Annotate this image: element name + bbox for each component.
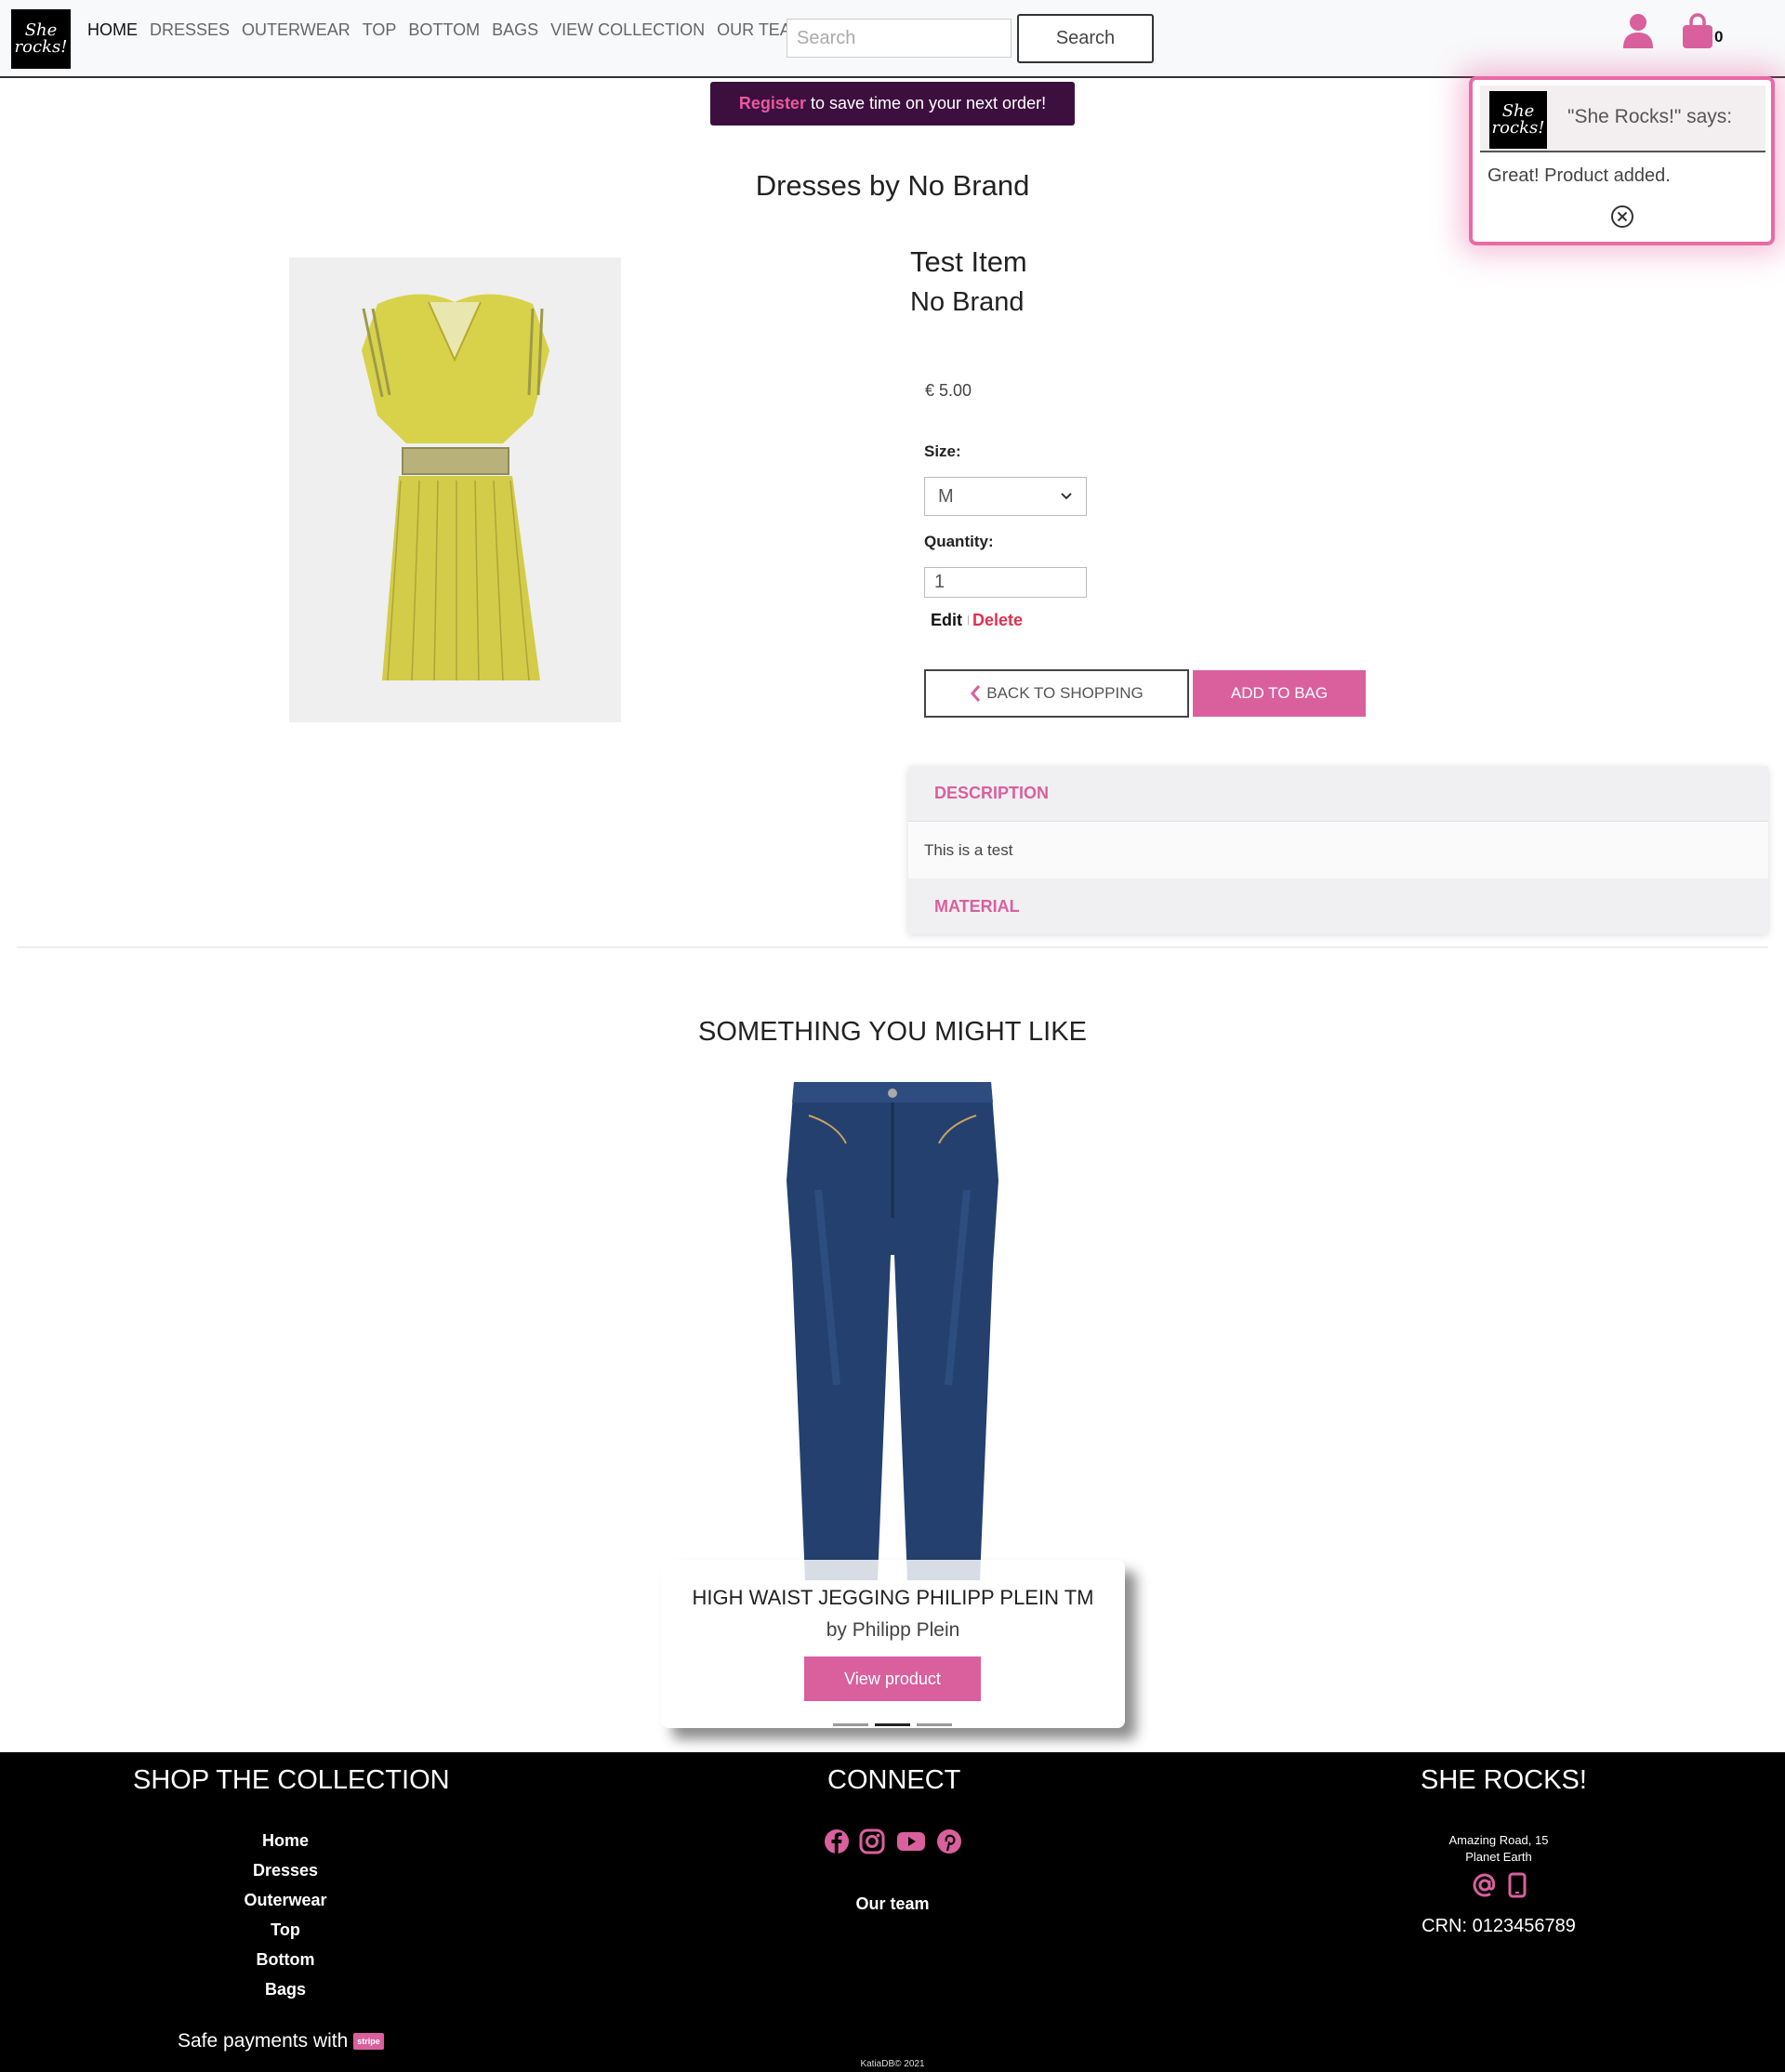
close-circle-icon[interactable]	[1610, 205, 1634, 229]
search-button[interactable]: Search	[1017, 14, 1154, 63]
nav-link-home[interactable]: HOME	[87, 20, 138, 40]
footer-link-bottom[interactable]: Bottom	[239, 1950, 332, 1970]
product-details-accordion: DESCRIPTION This is a test MATERIAL	[908, 766, 1768, 934]
description-accordion-header[interactable]: DESCRIPTION	[908, 766, 1768, 822]
material-accordion-header[interactable]: MATERIAL	[908, 878, 1768, 934]
toast-logo-wordmark: She rocks!	[1491, 101, 1545, 138]
logo-wordmark: She rocks!	[14, 20, 68, 57]
safe-payments-text: Safe payments with	[178, 2030, 349, 2052]
recommended-product-image	[787, 1082, 998, 1580]
stripe-badge: stripe	[353, 2033, 384, 2050]
nav-link-dresses[interactable]: DRESSES	[150, 20, 230, 40]
site-footer: SHOP THE COLLECTION Home Dresses Outerwe…	[0, 1752, 1785, 2072]
address-line-1: Amazing Road, 15	[1448, 1833, 1549, 1847]
section-divider	[17, 946, 1768, 948]
nav-link-outerwear[interactable]: OUTERWEAR	[242, 20, 350, 40]
carousel-indicator-2[interactable]	[875, 1723, 910, 1726]
chevron-left-icon	[971, 685, 981, 702]
carousel-indicator-3[interactable]	[917, 1723, 952, 1726]
delete-link[interactable]: Delete	[972, 611, 1023, 630]
product-brand: No Brand	[910, 287, 1025, 317]
size-label: Size:	[924, 442, 961, 460]
copyright: KatiaDB© 2021	[860, 2059, 925, 2069]
company-registration-number: CRN: 0123456789	[1421, 1916, 1576, 1936]
product-name: Test Item	[910, 245, 1027, 278]
link-separator: |	[967, 614, 970, 626]
toast-notification: She rocks! "She Rocks!" says: Great! Prod…	[1469, 76, 1775, 245]
search-input[interactable]	[787, 19, 1012, 58]
email-icon[interactable]	[1473, 1873, 1497, 1897]
footer-link-bags[interactable]: Bags	[239, 1980, 332, 1999]
footer-link-dresses[interactable]: Dresses	[239, 1861, 332, 1881]
edit-link[interactable]: Edit	[931, 611, 962, 630]
dress-illustration	[362, 294, 549, 681]
footer-link-home[interactable]: Home	[239, 1831, 332, 1851]
recommendation-card: HIGH WAIST JEGGING PHILIPP PLEIN TM by P…	[661, 1560, 1125, 1728]
description-accordion-body: This is a test	[908, 823, 1768, 878]
footer-connect-title: CONNECT	[827, 1765, 961, 1795]
pinterest-icon[interactable]	[936, 1828, 962, 1854]
size-select-value: M	[938, 485, 954, 507]
chevron-down-icon	[1061, 493, 1072, 500]
add-to-bag-button[interactable]: ADD TO BAG	[1193, 670, 1366, 717]
back-to-shopping-label: BACK TO SHOPPING	[986, 684, 1144, 702]
nav-links: HOME DRESSES OUTERWEAR TOP BOTTOM BAGS V…	[87, 20, 805, 40]
user-icon[interactable]	[1621, 13, 1655, 48]
bag-count: 0	[1714, 28, 1724, 46]
register-banner-text: to save time on your next order!	[810, 94, 1047, 112]
view-product-button[interactable]: View product	[804, 1656, 981, 1701]
company-address: Amazing Road, 15 Planet Earth	[1406, 1832, 1592, 1866]
footer-brand-title: SHE ROCKS!	[1421, 1765, 1587, 1795]
footer-link-outerwear[interactable]: Outerwear	[230, 1891, 341, 1910]
navbar: She rocks! HOME DRESSES OUTERWEAR TOP BOT…	[0, 0, 1785, 78]
nav-link-bags[interactable]: BAGS	[492, 20, 538, 40]
toast-logo: She rocks!	[1489, 91, 1547, 149]
toast-title: "She Rocks!" says:	[1567, 106, 1733, 127]
recommendation-title: HIGH WAIST JEGGING PHILIPP PLEIN TM	[692, 1586, 1094, 1609]
footer-link-our-team[interactable]: Our team	[846, 1894, 939, 1914]
nav-link-view-collection[interactable]: VIEW COLLECTION	[550, 20, 705, 40]
product-image	[289, 257, 621, 722]
carousel-indicator-1[interactable]	[833, 1723, 868, 1726]
size-select[interactable]: M	[924, 477, 1087, 516]
page-title: Dresses by No Brand	[755, 169, 1030, 202]
facebook-icon[interactable]	[824, 1828, 850, 1854]
shopping-bag-icon[interactable]	[1681, 13, 1714, 48]
product-price: € 5.00	[925, 381, 972, 400]
footer-link-top[interactable]: Top	[239, 1920, 332, 1940]
footer-shop-title: SHOP THE COLLECTION	[133, 1765, 450, 1795]
nav-link-bottom[interactable]: BOTTOM	[408, 20, 480, 40]
mobile-phone-icon[interactable]	[1508, 1872, 1527, 1898]
address-line-2: Planet Earth	[1465, 1850, 1532, 1864]
nav-link-top[interactable]: TOP	[363, 20, 397, 40]
recommendation-brand: by Philipp Plein	[826, 1619, 960, 1641]
youtube-icon[interactable]	[896, 1828, 926, 1854]
register-link[interactable]: Register	[739, 94, 806, 113]
instagram-icon[interactable]	[859, 1828, 885, 1854]
site-logo[interactable]: She rocks!	[11, 9, 71, 69]
register-banner: Register to save time on your next order…	[710, 82, 1075, 125]
quantity-label: Quantity:	[924, 533, 994, 550]
recommendation-heading: SOMETHING YOU MIGHT LIKE	[698, 1017, 1087, 1047]
back-to-shopping-button[interactable]: BACK TO SHOPPING	[924, 669, 1189, 718]
quantity-input[interactable]	[924, 567, 1087, 598]
toast-header: She rocks! "She Rocks!" says:	[1480, 86, 1765, 152]
safe-payments: Safe payments with stripe	[178, 2030, 384, 2052]
